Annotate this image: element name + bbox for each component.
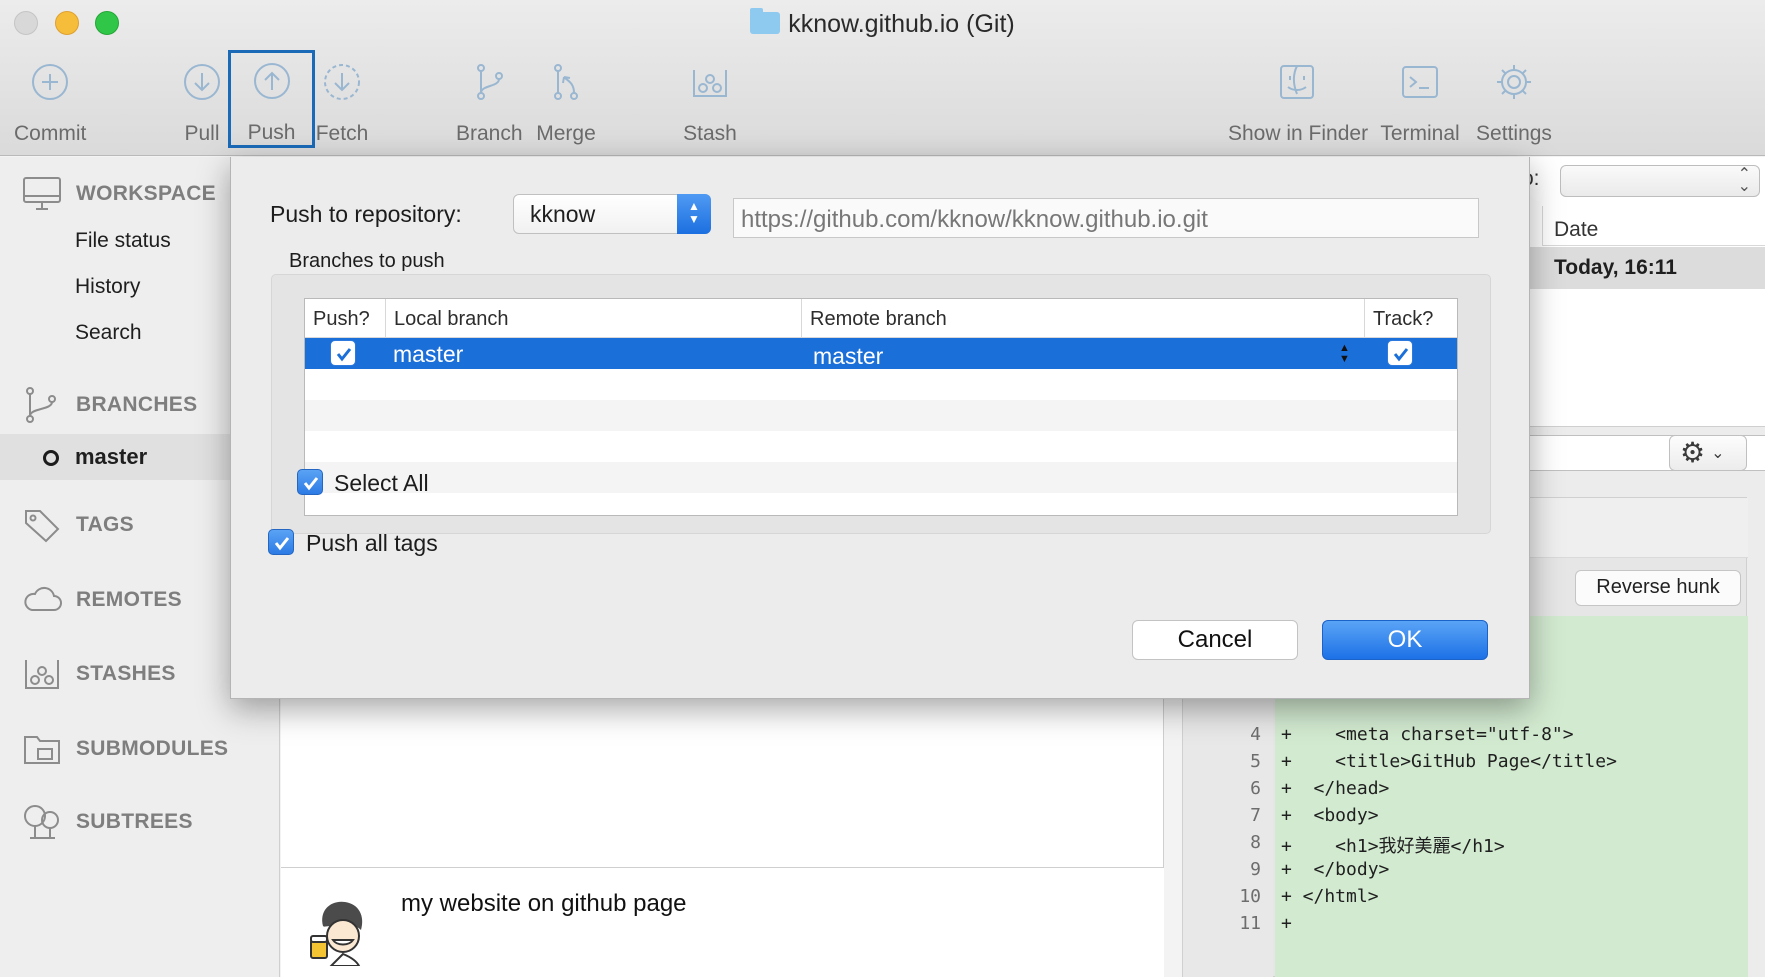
- show-in-finder-button[interactable]: Show in Finder: [1228, 54, 1368, 150]
- line-number: 9: [1250, 859, 1261, 880]
- push-checkbox[interactable]: [330, 340, 356, 366]
- line-number: 8: [1250, 832, 1261, 853]
- diff-options-button[interactable]: ⚙ ⌄: [1669, 435, 1747, 471]
- gear-icon: ⚙: [1680, 437, 1706, 468]
- diff-line: +: [1281, 913, 1292, 934]
- updown-arrows-icon: ▲ ▼: [1339, 342, 1350, 365]
- diff-line: + </html>: [1281, 886, 1379, 907]
- branches-to-push-label: Branches to push: [289, 250, 445, 272]
- commit-message: my website on github page: [401, 890, 687, 917]
- toolbar: kknow.github.io (Git) Commit Pull Push F…: [0, 0, 1765, 156]
- sidebar-item-file-status[interactable]: File status: [75, 229, 171, 253]
- chevron-down-icon: ⌄: [1711, 445, 1725, 462]
- sidebar-item-search[interactable]: Search: [75, 321, 142, 345]
- stash-icon: [690, 62, 730, 102]
- local-branch-cell: master: [393, 341, 464, 367]
- branch-icon: [22, 387, 62, 423]
- stash-icon: [22, 656, 62, 692]
- remote-branch-select[interactable]: master: [813, 343, 883, 370]
- fetch-button[interactable]: Fetch: [314, 54, 370, 150]
- diff-line: + </body>: [1281, 859, 1390, 880]
- diff-line: + <body>: [1281, 805, 1379, 826]
- diff-line: + </head>: [1281, 778, 1390, 799]
- settings-button[interactable]: Settings: [1474, 54, 1554, 150]
- terminal-button[interactable]: Terminal: [1380, 54, 1460, 150]
- line-number: 5: [1250, 751, 1261, 772]
- app-window: kknow.github.io (Git) Commit Pull Push F…: [0, 0, 1765, 977]
- track-checkbox[interactable]: [1387, 340, 1413, 366]
- monitor-icon: [22, 176, 62, 212]
- finder-icon: [1277, 62, 1317, 102]
- line-number: 7: [1250, 805, 1261, 826]
- terminal-icon: [1400, 62, 1440, 102]
- select-all-checkbox[interactable]: [297, 469, 323, 495]
- column-header-local-branch[interactable]: Local branch: [386, 299, 802, 337]
- sidebar-item-history[interactable]: History: [75, 275, 140, 299]
- commit-button[interactable]: Commit: [14, 54, 86, 150]
- line-number: 10: [1239, 886, 1261, 907]
- column-header-date[interactable]: Date: [1542, 206, 1765, 246]
- table-row[interactable]: master master ▲ ▼: [305, 338, 1457, 370]
- tag-icon: [22, 507, 62, 543]
- branches-table: Push? Local branch Remote branch Track? …: [304, 298, 1458, 516]
- avatar: [307, 896, 373, 967]
- diff-line: + <title>GitHub Page</title>: [1281, 751, 1617, 772]
- push-to-repository-label: Push to repository:: [270, 201, 462, 227]
- push-all-tags-label[interactable]: Push all tags: [306, 530, 438, 557]
- updown-arrows-icon: ⌃ ⌄: [1737, 166, 1751, 195]
- line-number: 4: [1250, 724, 1261, 745]
- repository-url-field[interactable]: https://github.com/kknow/kknow.github.io…: [733, 198, 1479, 238]
- repository-select[interactable]: kknow ▲ ▼: [513, 194, 711, 234]
- line-number: 11: [1239, 913, 1261, 934]
- column-header-remote-branch[interactable]: Remote branch: [802, 299, 1365, 337]
- empty-row: [305, 462, 1457, 493]
- column-header-push[interactable]: Push?: [305, 299, 386, 337]
- reverse-hunk-button[interactable]: Reverse hunk: [1575, 570, 1741, 606]
- window-title: kknow.github.io (Git): [0, 8, 1765, 39]
- cancel-button[interactable]: Cancel: [1132, 620, 1298, 660]
- plus-circle-icon: [30, 62, 70, 102]
- gear-icon: [1494, 62, 1534, 102]
- commit-date: Today, 16:11: [1554, 256, 1677, 279]
- push-dialog: Push to repository: kknow ▲ ▼ https://git…: [230, 157, 1530, 699]
- updown-arrows-icon: ▲ ▼: [677, 194, 711, 234]
- arrow-down-circle-icon: [182, 62, 222, 102]
- cloud-icon: [22, 582, 62, 618]
- stash-button[interactable]: Stash: [682, 54, 738, 150]
- branch-filter-select[interactable]: ⌃ ⌄: [1560, 165, 1760, 197]
- select-all-label[interactable]: Select All: [334, 470, 429, 497]
- branch-icon: [469, 62, 509, 102]
- folder-icon: [750, 8, 781, 34]
- arrow-up-circle-icon: [252, 61, 292, 101]
- empty-row: [305, 400, 1457, 431]
- branch-button[interactable]: Branch: [456, 54, 523, 150]
- current-branch-icon: [43, 450, 59, 466]
- fetch-dashed-circle-icon: [322, 62, 362, 102]
- commit-row[interactable]: my website on github page: [281, 867, 1164, 977]
- subtree-icon: [22, 804, 62, 840]
- merge-icon: [546, 62, 586, 102]
- submodule-icon: [22, 731, 62, 767]
- push-button[interactable]: Push: [228, 50, 315, 148]
- merge-button[interactable]: Merge: [536, 54, 596, 150]
- pull-button[interactable]: Pull: [180, 54, 224, 150]
- push-all-tags-checkbox[interactable]: [268, 529, 294, 555]
- diff-line: + <h1>我好美麗</h1>: [1281, 836, 1505, 857]
- column-header-track[interactable]: Track?: [1365, 299, 1457, 337]
- diff-line: + <meta charset="utf-8">: [1281, 724, 1574, 745]
- line-number: 6: [1250, 778, 1261, 799]
- ok-button[interactable]: OK: [1322, 620, 1488, 660]
